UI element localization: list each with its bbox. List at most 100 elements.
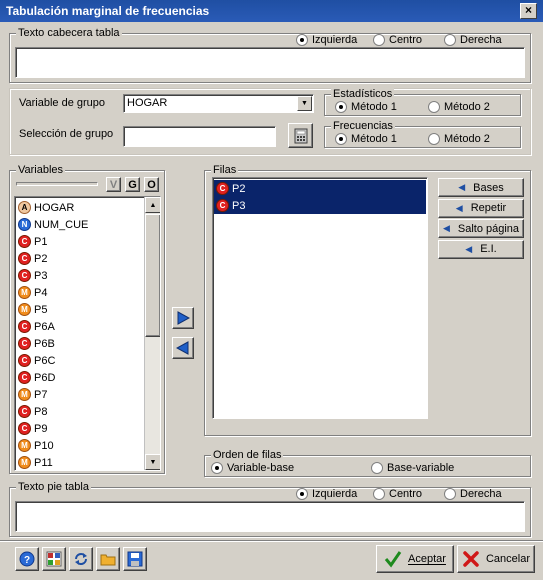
triangle-left-icon: ◀ <box>465 243 473 254</box>
svg-text:?: ? <box>24 555 30 566</box>
estadisticos-method1-radio[interactable]: Método 1 <box>335 101 397 113</box>
scroll-down-button[interactable]: ▼ <box>145 454 160 470</box>
scroll-thumb[interactable] <box>145 214 160 337</box>
variable-name: NUM_CUE <box>34 218 89 231</box>
variable-list-item[interactable]: M P4 <box>16 284 143 301</box>
footer-text-input[interactable] <box>15 501 525 532</box>
variable-list-item[interactable]: C P8 <box>16 403 143 420</box>
frecuencias-method2-radio[interactable]: Método 2 <box>428 133 490 145</box>
header-align-right-radio[interactable]: Derecha <box>444 34 502 46</box>
filas-list-item[interactable]: C P3 <box>214 197 426 214</box>
variable-list-item[interactable]: M P7 <box>16 386 143 403</box>
header-text-label: Texto cabecera tabla <box>16 27 122 39</box>
accept-label: Aceptar <box>408 553 446 565</box>
options-button[interactable] <box>42 547 66 571</box>
save-icon <box>127 551 143 567</box>
refresh-button[interactable] <box>69 547 93 571</box>
variable-type-icon: C <box>18 405 31 418</box>
variable-name: P11 <box>34 456 53 469</box>
variable-type-icon: C <box>18 337 31 350</box>
variable-type-icon: C <box>18 269 31 282</box>
orden-variable-base-radio[interactable]: Variable-base <box>211 462 294 474</box>
variable-list-item[interactable]: M P5 <box>16 301 143 318</box>
open-button[interactable] <box>96 547 120 571</box>
variable-type-icon: M <box>18 303 31 316</box>
filter-o-button[interactable]: O <box>144 177 159 192</box>
variable-type-icon: C <box>18 422 31 435</box>
variable-name: P3 <box>34 269 48 282</box>
variable-list-item[interactable]: M P11 <box>16 454 143 470</box>
variable-list-item[interactable]: C P3 <box>16 267 143 284</box>
variables-list[interactable]: A HOGAR N NUM_CUE C P1 C P2 C P3 M P4 M P5 C P6A C P6B C P6… <box>14 196 161 471</box>
variable-list-item[interactable]: C P9 <box>16 420 143 437</box>
footer-text-label: Texto pie tabla <box>16 481 91 493</box>
variable-name: P6D <box>34 371 56 384</box>
ei-button[interactable]: ◀ E.I. <box>438 239 524 259</box>
variables-filter-slider[interactable] <box>16 182 98 186</box>
estadisticos-label: Estadísticos <box>331 88 395 100</box>
filter-v-button[interactable]: V <box>106 177 121 192</box>
triangle-left-icon: ◀ <box>442 223 450 233</box>
arrow-right-icon <box>177 311 190 325</box>
salto-pagina-button[interactable]: ◀ Salto página <box>438 219 524 238</box>
estadisticos-group: Estadísticos Método 1 Método 2 <box>324 88 521 116</box>
variable-list-item[interactable]: A HOGAR <box>16 199 143 216</box>
variable-list-item[interactable]: C P6D <box>16 369 143 386</box>
variable-list-item[interactable]: C P1 <box>16 233 143 250</box>
variable-name: P1 <box>34 235 48 248</box>
help-button[interactable]: ? <box>15 547 39 571</box>
variable-name: P6B <box>34 337 55 350</box>
estadisticos-method2-radio[interactable]: Método 2 <box>428 101 490 113</box>
orden-group: Orden de filas Variable-base Base-variab… <box>204 449 531 477</box>
header-text-input[interactable] <box>15 47 525 78</box>
variables-scrollbar[interactable]: ▲ ▼ <box>144 197 160 470</box>
chevron-down-icon[interactable]: ▼ <box>297 96 312 111</box>
fila-name: P2 <box>232 182 246 195</box>
group-variable-value: HOGAR <box>127 97 168 109</box>
cancel-button[interactable]: Cancelar <box>457 545 535 573</box>
frecuencias-method1-radio[interactable]: Método 1 <box>335 133 397 145</box>
arrow-left-icon <box>176 341 189 355</box>
x-cancel-icon <box>463 551 479 567</box>
variable-list-item[interactable]: C P2 <box>16 250 143 267</box>
calculator-button[interactable] <box>288 123 313 148</box>
filas-list[interactable]: C P2 C P3 <box>212 177 428 419</box>
variable-list-item[interactable]: M P10 <box>16 437 143 454</box>
variable-name: P7 <box>34 388 48 401</box>
variable-list-item[interactable]: C P6C <box>16 352 143 369</box>
repetir-button[interactable]: ◀ Repetir <box>438 198 524 218</box>
bottom-divider <box>0 540 543 542</box>
bases-button[interactable]: ◀ Bases <box>438 178 524 197</box>
footer-align-left-radio[interactable]: Izquierda <box>296 488 357 500</box>
variable-name: P10 <box>34 439 54 452</box>
side-button-label: Bases <box>473 181 504 194</box>
header-align-left-radio[interactable]: Izquierda <box>296 34 357 46</box>
group-variable-select[interactable]: HOGAR ▼ <box>123 94 314 113</box>
variable-list-item[interactable]: N NUM_CUE <box>16 216 143 233</box>
scroll-up-button[interactable]: ▲ <box>145 197 160 213</box>
group-selection-input[interactable] <box>123 126 276 147</box>
variable-list-item[interactable]: C P6A <box>16 318 143 335</box>
triangle-left-icon: ◀ <box>458 182 466 192</box>
folder-icon <box>100 554 116 566</box>
grid-settings-icon <box>46 551 62 567</box>
filter-g-button[interactable]: G <box>125 177 140 192</box>
variable-list-item[interactable]: C P6B <box>16 335 143 352</box>
move-right-button[interactable] <box>172 307 194 329</box>
title-bar: Tabulación marginal de frecuencias <box>0 0 543 22</box>
side-button-label: E.I. <box>480 243 497 255</box>
footer-align-center-radio[interactable]: Centro <box>373 488 422 500</box>
group-selection-label: Selección de grupo <box>19 128 114 140</box>
variables-label: Variables <box>16 164 66 176</box>
save-button[interactable] <box>123 547 147 571</box>
footer-text-group: Texto pie tabla Izquierda Centro Derecha <box>9 481 531 537</box>
variable-type-icon: C <box>18 252 31 265</box>
footer-align-right-radio[interactable]: Derecha <box>444 488 502 500</box>
close-button[interactable]: × <box>520 3 537 19</box>
filas-list-item[interactable]: C P2 <box>214 180 426 197</box>
orden-base-variable-radio[interactable]: Base-variable <box>371 462 454 474</box>
move-left-button[interactable] <box>172 337 194 359</box>
header-align-center-radio[interactable]: Centro <box>373 34 422 46</box>
accept-button[interactable]: Aceptar <box>376 545 454 573</box>
variable-type-icon: M <box>18 439 31 452</box>
